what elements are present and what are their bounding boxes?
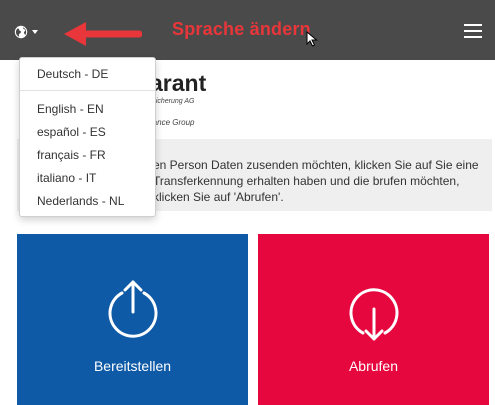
menu-item-espanol[interactable]: español - ES [37,125,106,139]
mouse-cursor-icon [306,31,318,47]
annotation-arrow-left-icon [64,22,142,46]
provide-tile-label: Bereitstellen [93,358,172,374]
top-navigation-bar: Sprache ändern [0,0,495,60]
retrieve-tile-label: Abrufen [348,358,399,374]
change-language-annotation: Sprache ändern [172,19,311,39]
provide-tile-button[interactable]: Bereitstellen [17,234,248,405]
company-logo-subline: rsicherung AG [150,98,195,105]
download-circle-icon [349,288,399,341]
menu-divider [20,90,155,91]
chevron-down-icon [32,30,38,34]
retrieve-tile-button[interactable]: Abrufen [258,234,489,405]
menu-item-english[interactable]: English - EN [37,102,104,116]
menu-item-deutsch[interactable]: Deutsch - DE [37,67,108,81]
company-logo-group-line: rance Group [150,118,195,127]
language-selector-button[interactable] [14,22,48,42]
menu-item-francais[interactable]: français - FR [37,148,106,162]
upload-circle-icon [108,280,158,338]
globe-icon [14,25,28,39]
menu-item-italiano[interactable]: italiano - IT [37,171,96,185]
menu-item-nederlands[interactable]: Nederlands - NL [37,194,124,208]
language-dropdown-menu: Deutsch - DE English - EN español - ES f… [19,57,156,217]
info-text: en Person Daten zusenden möchten, klicke… [153,158,479,204]
hamburger-menu-icon[interactable] [464,24,482,38]
company-logo-text: arant [150,70,207,96]
